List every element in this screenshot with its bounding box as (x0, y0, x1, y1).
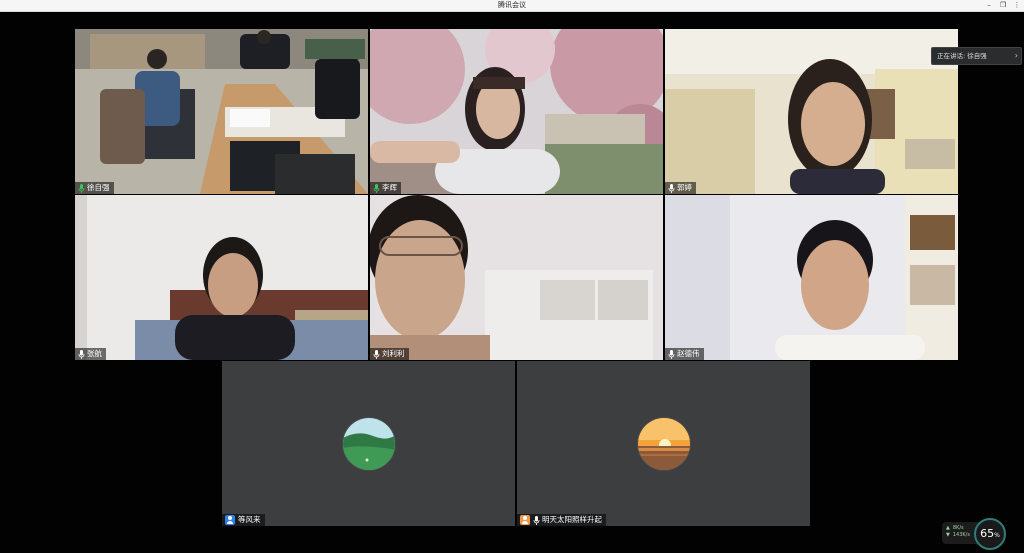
video-feed (665, 29, 958, 194)
video-tile-6[interactable]: 赵德伟 (665, 195, 958, 360)
participant-name: 郭婷 (677, 183, 692, 192)
avatar (636, 416, 691, 471)
participant-nametag: 等风来 (222, 514, 265, 526)
restore-icon[interactable]: ❐ (996, 0, 1010, 12)
more-icon[interactable]: ⋮ (1010, 0, 1024, 12)
video-tile-2[interactable]: 李辉 (370, 29, 663, 194)
mic-icon (668, 183, 675, 193)
participant-nametag: 明天太阳照样升起 (517, 514, 606, 526)
video-feed (370, 195, 663, 360)
upload-rate: 8K/s (952, 525, 964, 531)
download-arrow-icon: ▼ (946, 532, 950, 538)
mic-icon (668, 349, 675, 359)
user-icon (225, 515, 235, 525)
participant-nametag: 徐自强 (75, 182, 114, 194)
mic-icon (373, 349, 380, 359)
performance-gauge[interactable]: 65% (974, 518, 1006, 550)
window-controls: – ❐ ⋮ (982, 0, 1024, 12)
participant-name: 李辉 (382, 183, 397, 192)
participant-nametag: 赵德伟 (665, 348, 704, 360)
participant-name: 赵德伟 (677, 349, 700, 358)
participant-name: 徐自强 (87, 183, 110, 192)
speaking-label: 正在讲话: 徐自强 (937, 52, 987, 60)
video-tile-7[interactable]: 等风来 (222, 361, 515, 526)
download-rate: 143K/s (952, 532, 970, 538)
participant-name: 张航 (87, 349, 102, 358)
participant-nametag: 郭婷 (665, 182, 696, 194)
speaking-indicator[interactable]: 正在讲话: 徐自强 › (931, 47, 1022, 65)
minimize-icon[interactable]: – (982, 0, 996, 12)
video-tile-3[interactable]: 郭婷 (665, 29, 958, 194)
participant-nametag: 张航 (75, 348, 106, 360)
video-feed (370, 29, 663, 194)
upload-arrow-icon: ▲ (946, 525, 950, 531)
participant-name: 刘利利 (382, 349, 405, 358)
mic-icon (78, 349, 85, 359)
video-tile-1[interactable]: 徐自强 (75, 29, 368, 194)
participant-name: 明天太阳照样升起 (542, 515, 602, 524)
mic-icon (373, 183, 380, 193)
mic-icon (78, 183, 85, 193)
participant-nametag: 刘利利 (370, 348, 409, 360)
window-title: 腾讯会议 (498, 1, 526, 9)
video-tile-8[interactable]: 明天太阳照样升起 (517, 361, 810, 526)
video-tile-5[interactable]: 刘利利 (370, 195, 663, 360)
avatar (341, 416, 396, 471)
performance-unit: % (994, 532, 1000, 539)
user-icon (520, 515, 530, 525)
chevron-right-icon: › (1014, 51, 1018, 60)
video-tile-4[interactable]: 张航 (75, 195, 368, 360)
mic-icon (533, 515, 540, 525)
video-feed (75, 195, 368, 360)
meeting-window: 腾讯会议 – ❐ ⋮ 徐自强 李辉 郭婷 张航 刘利利 赵德伟 等风来 明天太阳… (0, 0, 1024, 553)
video-feed (75, 29, 368, 194)
title-bar: 腾讯会议 – ❐ ⋮ (0, 0, 1024, 12)
participant-name: 等风来 (238, 515, 261, 524)
participant-nametag: 李辉 (370, 182, 401, 194)
performance-value: 65 (980, 527, 995, 540)
video-feed (665, 195, 958, 360)
